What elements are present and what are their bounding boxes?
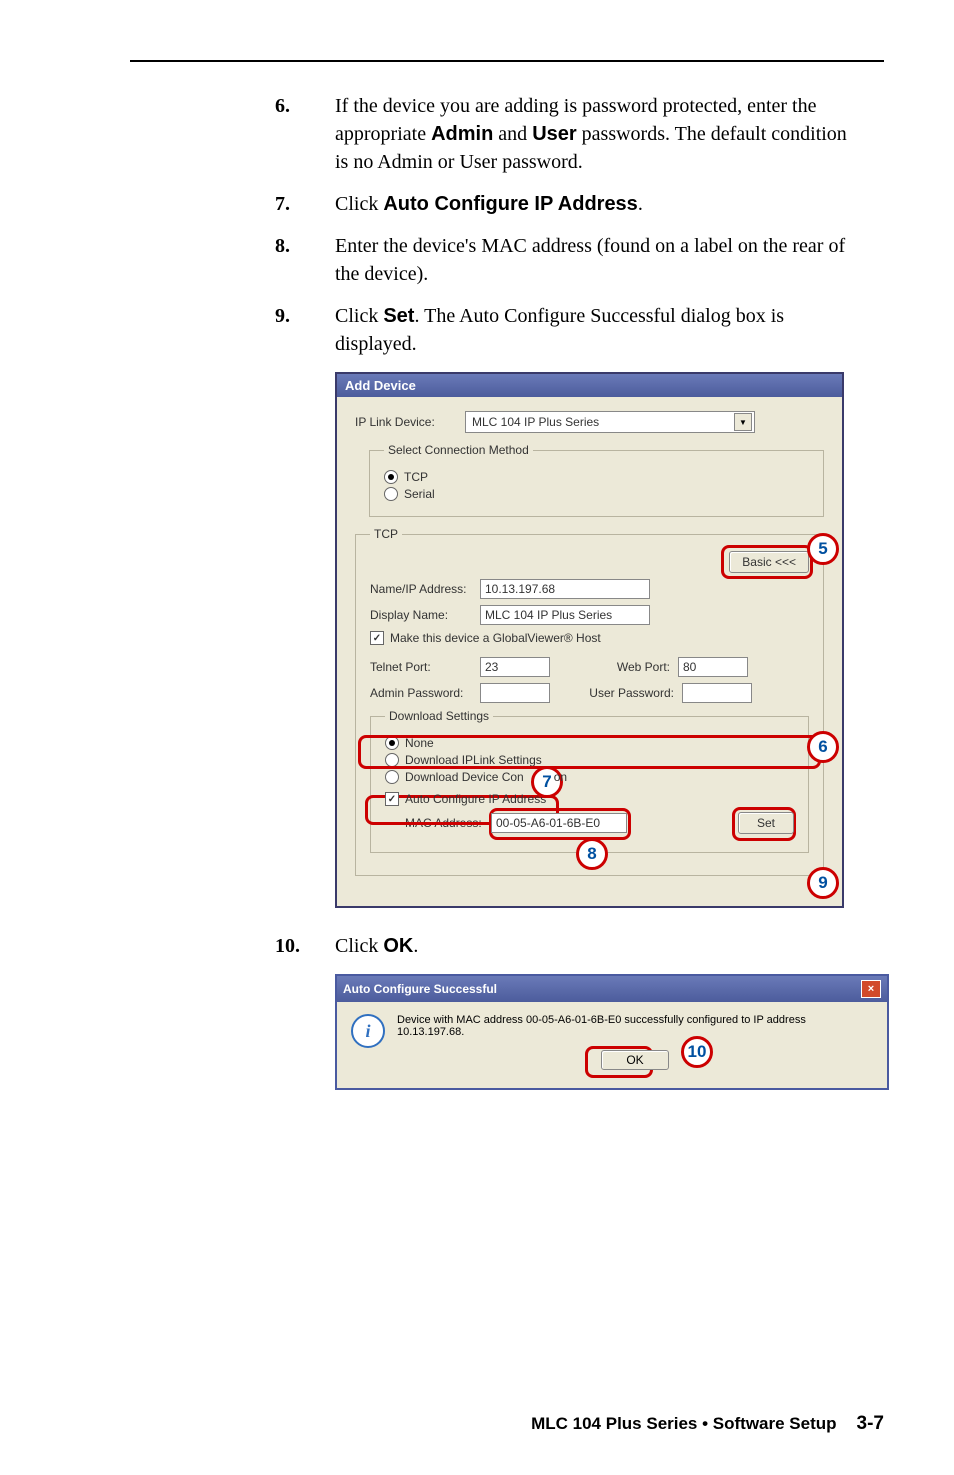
callout-ring-6 [358,735,821,769]
step-6: 6. If the device you are adding is passw… [130,92,884,176]
step-number: 9. [130,302,335,358]
radio-tcp[interactable]: TCP [384,470,809,484]
basic-button[interactable]: Basic <<< [729,551,809,573]
ok-button[interactable]: OK [601,1050,668,1070]
radio-serial-label: Serial [404,487,435,501]
callout-8: 8 [576,838,608,870]
step-number: 6. [130,92,335,176]
radio-devcon-label-a: Download Device Con [405,770,524,784]
user-pwd-label: User Password: [580,686,682,700]
telnet-input[interactable]: 23 [480,657,550,677]
mac-input[interactable]: 00-05-A6-01-6B-E0 [491,813,627,833]
checkbox-icon [370,631,384,645]
iplink-device-combo[interactable]: MLC 104 IP Plus Series [465,411,755,433]
radio-icon [385,770,399,784]
radio-devcon-label-b: on [554,770,567,784]
globalviewer-check[interactable]: Make this device a GlobalViewer® Host [370,631,809,645]
callout-9: 9 [807,867,839,899]
tcp-fieldset: TCP Basic <<< Name/IP Address: 10.13.197… [355,527,824,876]
info-icon: i [351,1014,385,1048]
callout-5: 5 [807,533,839,565]
iplink-label: IP Link Device: [355,415,465,429]
step-number: 10. [130,932,335,960]
radio-tcp-label: TCP [404,470,428,484]
step-number: 8. [130,232,335,288]
success-message: Device with MAC address 00-05-A6-01-6B-E… [397,1014,873,1038]
telnet-label: Telnet Port: [370,660,480,674]
step-10: 10. Click OK. [130,932,884,960]
name-ip-label: Name/IP Address: [370,582,480,596]
callout-10: 10 [681,1036,713,1068]
display-name-value: MLC 104 IP Plus Series [485,608,612,622]
auto-configure-check[interactable]: Auto Configure IP Address [385,792,794,806]
globalviewer-label: Make this device a GlobalViewer® Host [390,631,601,645]
web-port-input[interactable]: 80 [678,657,748,677]
name-ip-input[interactable]: 10.13.197.68 [480,579,650,599]
header-rule [130,60,884,62]
admin-pwd-input[interactable] [480,683,550,703]
chevron-down-icon[interactable] [734,413,752,431]
display-name-input[interactable]: MLC 104 IP Plus Series [480,605,650,625]
radio-icon [384,487,398,501]
dialog-title: Add Device [337,374,842,397]
set-button[interactable]: Set [738,812,794,834]
success-title-text: Auto Configure Successful [343,982,497,996]
footer-title: MLC 104 Plus Series • Software Setup [531,1414,836,1434]
step-text: Click Auto Configure IP Address. [335,190,884,218]
name-ip-value: 10.13.197.68 [485,582,555,596]
auto-configure-success-dialog: Auto Configure Successful × i Device wit… [335,974,889,1090]
add-device-dialog: Add Device IP Link Device: MLC 104 IP Pl… [335,372,844,908]
step-number: 7. [130,190,335,218]
auto-configure-label: Auto Configure IP Address [405,792,546,806]
checkbox-icon [385,792,399,806]
iplink-device-value: MLC 104 IP Plus Series [472,415,599,429]
step-text: Enter the device's MAC address (found on… [335,232,884,288]
select-connection-fieldset: Select Connection Method TCP Serial [369,443,824,517]
step-7: 7. Click Auto Configure IP Address. [130,190,884,218]
page-footer: MLC 104 Plus Series • Software Setup 3-7 [531,1413,884,1435]
admin-pwd-label: Admin Password: [370,686,480,700]
close-icon[interactable]: × [861,980,881,998]
mac-value: 00-05-A6-01-6B-E0 [496,816,600,830]
step-text: Click OK. [335,932,884,960]
dl-legend: Download Settings [385,709,493,723]
tcp-legend: TCP [370,527,402,541]
page-number: 3-7 [857,1413,884,1435]
callout-6: 6 [807,731,839,763]
step-text: Click Set. The Auto Configure Successful… [335,302,884,358]
telnet-value: 23 [485,660,498,674]
web-port-value: 80 [683,660,696,674]
radio-serial[interactable]: Serial [384,487,809,501]
radio-devcon[interactable]: Download Device Con on 7 [385,770,794,784]
radio-icon [384,470,398,484]
download-settings-fieldset: Download Settings None Download IPLink S… [370,709,809,853]
scm-legend: Select Connection Method [384,443,533,457]
display-name-label: Display Name: [370,608,480,622]
web-port-label: Web Port: [600,660,678,674]
success-title-bar: Auto Configure Successful × [337,976,887,1002]
step-9: 9. Click Set. The Auto Configure Success… [130,302,884,358]
user-pwd-input[interactable] [682,683,752,703]
step-8: 8. Enter the device's MAC address (found… [130,232,884,288]
step-text: If the device you are adding is password… [335,92,884,176]
